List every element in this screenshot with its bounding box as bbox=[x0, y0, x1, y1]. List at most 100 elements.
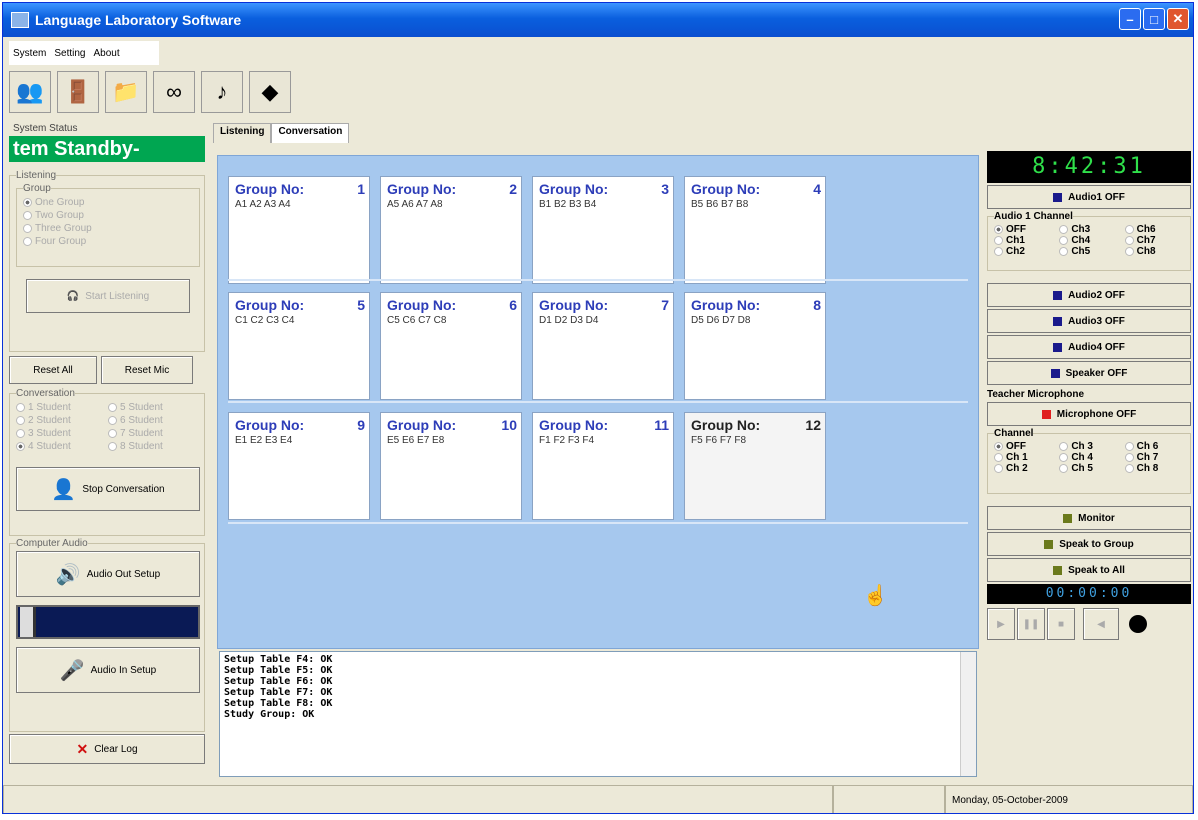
radio-audio1-off[interactable]: OFF bbox=[994, 224, 1055, 235]
row-divider bbox=[228, 522, 968, 524]
status-bar: Monday, 05-October-2009 bbox=[3, 785, 1193, 813]
folder-icon[interactable]: 📁 bbox=[105, 71, 147, 113]
music-icon[interactable]: ♪ bbox=[201, 71, 243, 113]
conversation-icon: 👤 bbox=[51, 478, 77, 501]
audio-out-setup-button[interactable]: 🔊 Audio Out Setup bbox=[16, 551, 200, 597]
group-card[interactable]: Group No: 9 E1 E2 E3 E4 bbox=[228, 412, 370, 520]
close-button[interactable]: ✕ bbox=[1167, 8, 1189, 30]
pause-button[interactable]: ❚❚ bbox=[1017, 608, 1045, 640]
exit-icon[interactable]: 🚪 bbox=[57, 71, 99, 113]
audio1-channel-legend: Audio 1 Channel bbox=[994, 211, 1073, 222]
stop-button[interactable]: ■ bbox=[1047, 608, 1075, 640]
audio2-button[interactable]: Audio2 OFF bbox=[987, 283, 1191, 307]
radio-8-student[interactable]: 8 Student bbox=[108, 440, 200, 453]
clock-display: 8:42:31 bbox=[987, 151, 1191, 183]
rewind-button[interactable]: ◀ bbox=[1083, 608, 1119, 640]
group-card[interactable]: Group No: 2 A5 A6 A7 A8 bbox=[380, 176, 522, 284]
group-card[interactable]: Group No: 10 E5 E6 E7 E8 bbox=[380, 412, 522, 520]
radio-audio1-ch3[interactable]: Ch3 bbox=[1059, 224, 1120, 235]
radio-audio1-ch5[interactable]: Ch5 bbox=[1059, 246, 1120, 257]
clear-icon: ✕ bbox=[76, 740, 89, 757]
radio-four-group[interactable]: Four Group bbox=[23, 235, 195, 248]
tab-listening[interactable]: Listening bbox=[213, 123, 272, 143]
radio-three-group[interactable]: Three Group bbox=[23, 222, 195, 235]
speaker-button[interactable]: Speaker OFF bbox=[987, 361, 1191, 385]
audio1-channel-group: Audio 1 Channel OFF Ch3 Ch6 Ch1 Ch4 Ch7 … bbox=[987, 211, 1191, 271]
reset-all-button[interactable]: Reset All bbox=[9, 356, 97, 384]
audio-in-setup-button[interactable]: 🎤 Audio In Setup bbox=[16, 647, 200, 693]
microphone-button[interactable]: Microphone OFF bbox=[987, 402, 1191, 426]
left-panel: System Status tem Standby- Listening Gro… bbox=[9, 123, 205, 783]
speak-to-group-button[interactable]: Speak to Group bbox=[987, 532, 1191, 556]
radio-4-student[interactable]: 4 Student bbox=[16, 440, 108, 453]
radio-mic-ch8[interactable]: Ch 8 bbox=[1124, 463, 1186, 474]
radio-mic-ch4[interactable]: Ch 4 bbox=[1059, 452, 1120, 463]
clear-log-button[interactable]: ✕ Clear Log bbox=[9, 734, 205, 764]
log-line: Setup Table F7: OK bbox=[224, 687, 333, 698]
computer-audio-group: Computer Audio 🔊 Audio Out Setup 🎤 Audio I… bbox=[9, 538, 205, 732]
radio-audio1-ch2[interactable]: Ch2 bbox=[994, 246, 1055, 257]
microphone-icon: 🎤 bbox=[59, 659, 85, 682]
group-card[interactable]: Group No: 11 F1 F2 F3 F4 bbox=[532, 412, 674, 520]
maximize-button[interactable]: □ bbox=[1143, 8, 1165, 30]
radio-mic-off[interactable]: OFF bbox=[994, 441, 1055, 452]
app-icon bbox=[11, 12, 29, 28]
link-icon[interactable]: ∞ bbox=[153, 71, 195, 113]
radio-2-student[interactable]: 2 Student bbox=[16, 414, 108, 427]
record-icon[interactable] bbox=[1129, 615, 1147, 633]
radio-5-student[interactable]: 5 Student bbox=[108, 401, 200, 414]
device-icon[interactable]: ◆ bbox=[249, 71, 291, 113]
reset-mic-button[interactable]: Reset Mic bbox=[101, 356, 193, 384]
radio-7-student[interactable]: 7 Student bbox=[108, 427, 200, 440]
volume-slider[interactable] bbox=[16, 605, 200, 639]
listening-group: Listening Group One Group Two Group Thre… bbox=[9, 170, 205, 352]
radio-audio1-ch8[interactable]: Ch8 bbox=[1124, 246, 1186, 257]
speak-to-all-button[interactable]: Speak to All bbox=[987, 558, 1191, 582]
users-icon[interactable]: 👥 bbox=[9, 71, 51, 113]
group-card[interactable]: Group No: 7 D1 D2 D3 D4 bbox=[532, 292, 674, 400]
radio-audio1-ch7[interactable]: Ch7 bbox=[1124, 235, 1186, 246]
radio-mic-ch6[interactable]: Ch 6 bbox=[1124, 441, 1186, 452]
radio-3-student[interactable]: 3 Student bbox=[16, 427, 108, 440]
group-card-selected[interactable]: Group No: 12 F5 F6 F7 F8 bbox=[684, 412, 826, 520]
play-button[interactable]: ▶ bbox=[987, 608, 1015, 640]
menu-system[interactable]: System bbox=[13, 48, 46, 59]
menu-about[interactable]: About bbox=[93, 48, 119, 59]
log-line: Setup Table F5: OK bbox=[224, 665, 333, 676]
audio4-button[interactable]: Audio4 OFF bbox=[987, 335, 1191, 359]
volume-slider-thumb[interactable] bbox=[20, 607, 36, 637]
monitor-button[interactable]: Monitor bbox=[987, 506, 1191, 530]
group-card[interactable]: Group No: 1 A1 A2 A3 A4 bbox=[228, 176, 370, 284]
group-card[interactable]: Group No: 6 C5 C6 C7 C8 bbox=[380, 292, 522, 400]
radio-mic-ch5[interactable]: Ch 5 bbox=[1059, 463, 1120, 474]
minimize-button[interactable]: – bbox=[1119, 8, 1141, 30]
stop-conversation-button[interactable]: 👤 Stop Conversation bbox=[16, 467, 200, 511]
group-card[interactable]: Group No: 5 C1 C2 C3 C4 bbox=[228, 292, 370, 400]
system-status-label: System Status bbox=[13, 123, 78, 134]
tab-bar: Listening Conversation bbox=[213, 123, 350, 143]
tab-conversation[interactable]: Conversation bbox=[271, 123, 350, 143]
group-card[interactable]: Group No: 4 B5 B6 B7 B8 bbox=[684, 176, 826, 284]
group-grid-area: Group No: 1 A1 A2 A3 A4 Group No: 2 A5 A6 A7… bbox=[217, 155, 979, 649]
radio-audio1-ch6[interactable]: Ch6 bbox=[1124, 224, 1186, 235]
audio3-button[interactable]: Audio3 OFF bbox=[987, 309, 1191, 333]
start-listening-button[interactable]: 🎧 Start Listening bbox=[26, 279, 190, 313]
radio-1-student[interactable]: 1 Student bbox=[16, 401, 108, 414]
audio1-button[interactable]: Audio1 OFF bbox=[987, 185, 1191, 209]
radio-6-student[interactable]: 6 Student bbox=[108, 414, 200, 427]
teacher-mic-label: Teacher Microphone bbox=[987, 389, 1085, 400]
group-card[interactable]: Group No: 8 D5 D6 D7 D8 bbox=[684, 292, 826, 400]
radio-audio1-ch1[interactable]: Ch1 bbox=[994, 235, 1055, 246]
radio-mic-ch3[interactable]: Ch 3 bbox=[1059, 441, 1120, 452]
radio-two-group[interactable]: Two Group bbox=[23, 209, 195, 222]
status-cell bbox=[3, 785, 833, 813]
menu-setting[interactable]: Setting bbox=[54, 48, 85, 59]
group-card[interactable]: Group No: 3 B1 B2 B3 B4 bbox=[532, 176, 674, 284]
radio-mic-ch2[interactable]: Ch 2 bbox=[994, 463, 1055, 474]
radio-mic-ch7[interactable]: Ch 7 bbox=[1124, 452, 1186, 463]
log-scrollbar[interactable] bbox=[960, 652, 976, 776]
status-date: Monday, 05-October-2009 bbox=[945, 785, 1193, 813]
radio-mic-ch1[interactable]: Ch 1 bbox=[994, 452, 1055, 463]
radio-one-group[interactable]: One Group bbox=[23, 196, 195, 209]
radio-audio1-ch4[interactable]: Ch4 bbox=[1059, 235, 1120, 246]
